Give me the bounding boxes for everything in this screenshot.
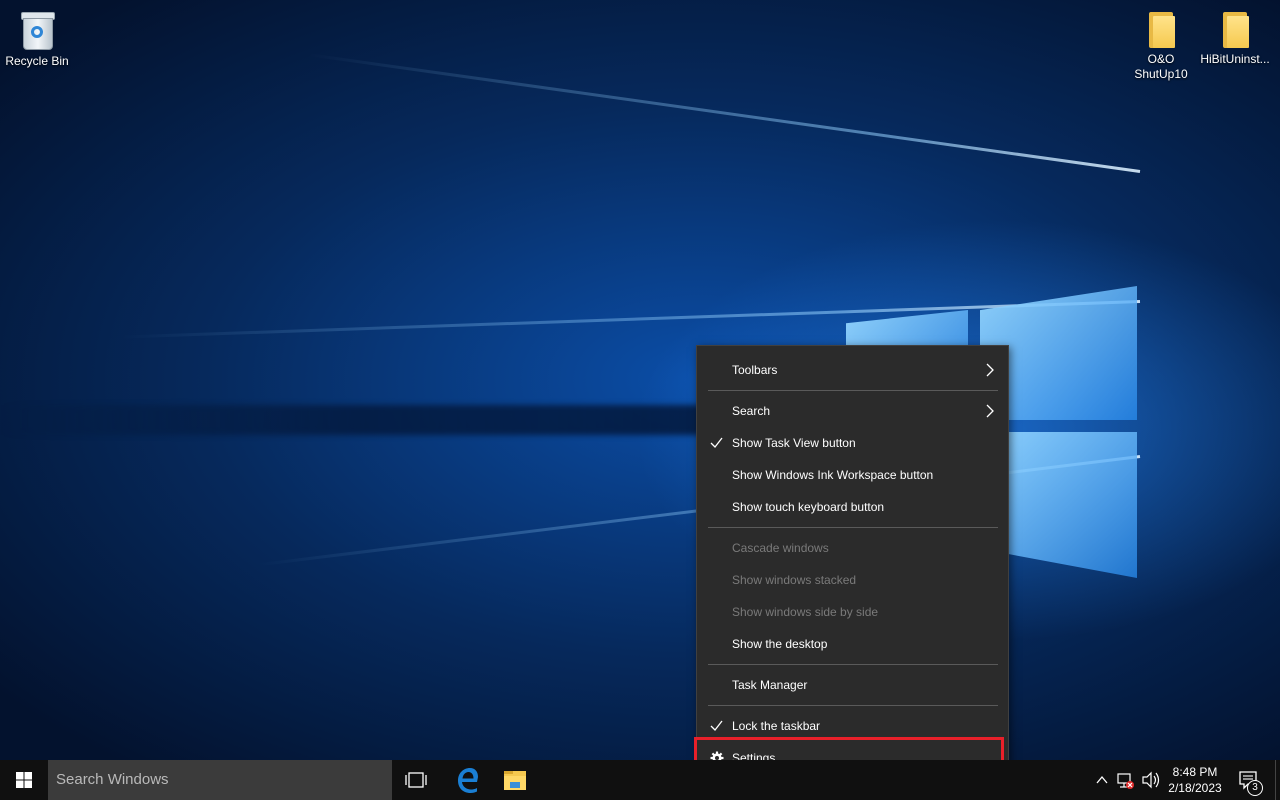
windows-logo-icon	[16, 772, 32, 788]
checkmark-icon	[710, 437, 723, 448]
menu-item-label: Show Windows Ink Workspace button	[732, 468, 934, 482]
menu-item-task-manager[interactable]: Task Manager	[698, 669, 1007, 701]
menu-item-cascade-windows: Cascade windows	[698, 532, 1007, 564]
chevron-right-icon	[986, 404, 994, 418]
search-placeholder: Search Windows	[56, 771, 169, 788]
desktop-icon-recycle-bin[interactable]: Recycle Bin	[0, 10, 74, 69]
taskbar-clock[interactable]: 8:48 PM 2/18/2023	[1160, 760, 1230, 800]
menu-item-show-task-view[interactable]: Show Task View button	[698, 427, 1007, 459]
menu-separator	[708, 527, 998, 528]
taskbar[interactable]: Search Windows 8:48 PM 2/18/2023	[0, 760, 1280, 800]
menu-item-search[interactable]: Search	[698, 395, 1007, 427]
menu-item-label: Show windows side by side	[732, 605, 879, 619]
menu-item-label: Task Manager	[732, 678, 808, 692]
menu-item-label: Search	[732, 404, 771, 418]
chevron-up-icon[interactable]	[1092, 760, 1112, 800]
menu-item-label: Show windows stacked	[732, 573, 857, 587]
desktop-icon-label: O&O ShutUp10	[1134, 52, 1188, 81]
taskbar-search-input[interactable]: Search Windows	[48, 760, 392, 800]
file-explorer-taskbar-button[interactable]	[491, 760, 539, 800]
menu-separator	[708, 390, 998, 391]
checkmark-icon	[710, 720, 723, 731]
menu-item-windows-side-by-side: Show windows side by side	[698, 596, 1007, 628]
show-desktop-strip[interactable]	[1275, 760, 1280, 800]
menu-item-label: Show Task View button	[732, 436, 856, 450]
menu-separator	[708, 664, 998, 665]
menu-item-lock-taskbar[interactable]: Lock the taskbar	[698, 710, 1007, 742]
edge-taskbar-button[interactable]	[443, 760, 491, 800]
start-button[interactable]	[0, 760, 48, 800]
menu-item-label: Toolbars	[732, 363, 778, 377]
folder-icon	[1147, 10, 1175, 48]
desktop-icon-oo-shutup10[interactable]: O&O ShutUp10	[1124, 10, 1198, 82]
task-view-button[interactable]	[392, 760, 440, 800]
taskbar-context-menu: Toolbars Search Show Task View button Sh…	[696, 345, 1009, 782]
menu-item-show-ink-workspace[interactable]: Show Windows Ink Workspace button	[698, 459, 1007, 491]
menu-item-label: Cascade windows	[732, 541, 829, 555]
light-beam	[307, 53, 1141, 173]
folder-icon	[1221, 10, 1249, 48]
desktop-icon-hibituninstaller[interactable]: HiBitUninst...	[1198, 10, 1272, 67]
menu-item-show-touch-keyboard[interactable]: Show touch keyboard button	[698, 491, 1007, 523]
light-floor-shadow	[0, 405, 720, 435]
desktop-icon-label: Recycle Bin	[5, 54, 69, 68]
task-view-icon	[405, 772, 427, 788]
menu-item-label: Show the desktop	[732, 637, 828, 651]
menu-item-label: Show touch keyboard button	[732, 500, 885, 514]
network-disconnected-icon[interactable]	[1114, 760, 1138, 800]
menu-item-toolbars[interactable]: Toolbars	[698, 354, 1007, 386]
clock-time: 8:48 PM	[1172, 765, 1218, 779]
desktop-icon-label: HiBitUninst...	[1200, 52, 1270, 66]
chevron-right-icon	[986, 363, 994, 377]
desktop-background[interactable]: Recycle Bin O&O ShutUp10 HiBitUninst...	[0, 0, 1280, 760]
notification-count-badge: 3	[1247, 780, 1263, 796]
volume-icon[interactable]	[1140, 760, 1162, 800]
edge-icon	[458, 768, 478, 793]
file-explorer-icon	[504, 771, 526, 790]
menu-item-windows-stacked: Show windows stacked	[698, 564, 1007, 596]
menu-item-show-desktop[interactable]: Show the desktop	[698, 628, 1007, 660]
clock-date: 2/18/2023	[1168, 781, 1222, 795]
menu-separator	[708, 705, 998, 706]
menu-item-label: Lock the taskbar	[732, 719, 821, 733]
recycle-bin-icon	[19, 10, 55, 50]
